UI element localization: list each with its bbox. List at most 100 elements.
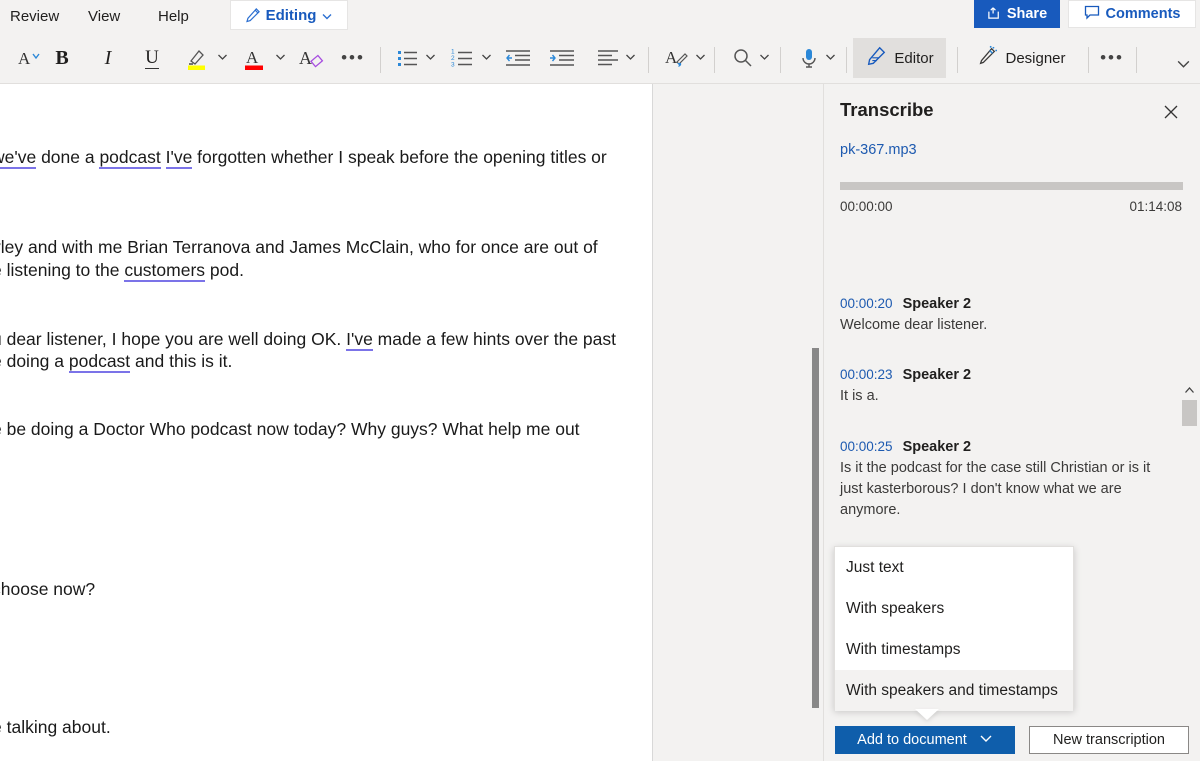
transcript-timestamp[interactable]: 00:00:25 [840, 439, 893, 454]
editor-button[interactable]: Editor [853, 38, 946, 78]
chevron-down-icon [979, 731, 993, 749]
transcript-entry-meta: 00:00:23 Speaker 2 [840, 367, 1170, 383]
menu-item-with-timestamps[interactable]: With timestamps [835, 629, 1073, 670]
font-color-icon: A [245, 48, 263, 70]
tab-review[interactable]: Review [0, 0, 69, 32]
increase-indent-button[interactable] [544, 38, 580, 78]
ribbon-tool-row: A B I U A A ••• 1 2 3 A Editor Designer … [0, 33, 1200, 83]
document-paragraph: e doing a podcast and this is it. [0, 351, 233, 373]
align-left-icon [598, 50, 618, 66]
chevron-down-icon [424, 50, 437, 66]
chevron-down-icon [624, 50, 637, 66]
editing-mode-label: Editing [265, 6, 317, 24]
audio-progress-slider[interactable] [840, 182, 1183, 190]
italic-button[interactable]: I [88, 38, 128, 78]
ribbon: Review View Help Editing Share Comments … [0, 0, 1200, 84]
menu-item-just-text[interactable]: Just text [835, 547, 1073, 588]
bulleted-list-dropdown[interactable] [420, 38, 440, 78]
ribbon-tab-row: Review View Help Editing Share Comments [0, 0, 1200, 32]
tab-view[interactable]: View [78, 0, 130, 32]
tab-help[interactable]: Help [148, 0, 199, 32]
svg-text:3: 3 [451, 62, 455, 69]
add-to-document-menu: Just text With speakers With timestamps … [834, 546, 1074, 711]
collapse-ribbon-button[interactable] [1170, 51, 1196, 75]
toolbar-divider [957, 47, 958, 73]
transcript-entry[interactable]: 00:00:23 Speaker 2 It is a. [840, 367, 1170, 407]
add-to-document-button[interactable]: Add to document [835, 726, 1015, 754]
numbered-list-dropdown[interactable] [476, 38, 496, 78]
align-dropdown[interactable] [620, 38, 640, 78]
styles-icon: A [665, 48, 688, 67]
italic-icon: I [104, 46, 112, 69]
tab-help-label: Help [158, 7, 189, 25]
editing-mode-button[interactable]: Editing [230, 0, 348, 30]
pencil-icon [245, 7, 261, 23]
menu-item-label: With timestamps [846, 640, 961, 658]
transcript-timestamp[interactable]: 00:00:20 [840, 296, 893, 311]
clear-formatting-button[interactable]: A [294, 38, 330, 78]
toolbar-divider [780, 47, 781, 73]
chevron-down-icon [824, 50, 837, 66]
tab-review-label: Review [10, 7, 60, 25]
document-scrollbar-thumb[interactable] [812, 348, 819, 708]
font-color-button[interactable]: A [238, 38, 272, 78]
text-highlight-button[interactable] [180, 38, 214, 78]
transcript-entry[interactable]: 00:00:25 Speaker 2 Is it the podcast for… [840, 439, 1170, 521]
svg-text:A: A [299, 48, 312, 68]
chevron-down-icon [216, 50, 229, 66]
document-paragraph: u dear listener, I hope you are well doi… [0, 329, 616, 351]
chevron-down-icon [274, 50, 287, 66]
highlighter-icon [188, 50, 205, 70]
total-time-label: 01:14:08 [1129, 199, 1182, 214]
transcript-speaker: Speaker 2 [902, 367, 972, 383]
comment-bubble-icon [1084, 5, 1100, 24]
transcript-text: Welcome dear listener. [840, 317, 988, 333]
bold-button[interactable]: B [42, 38, 82, 78]
menu-item-with-speakers-and-timestamps[interactable]: With speakers and timestamps [835, 670, 1073, 711]
chevron-down-icon [1177, 60, 1189, 68]
menu-caret [915, 709, 939, 720]
toolbar-divider [846, 47, 847, 73]
underline-button[interactable]: U [132, 38, 172, 78]
styles-dropdown[interactable] [690, 38, 710, 78]
ribbon-overflow-button[interactable]: ••• [1095, 38, 1129, 78]
font-color-dropdown[interactable] [270, 38, 290, 78]
menu-item-with-speakers[interactable]: With speakers [835, 588, 1073, 629]
more-font-options-button[interactable]: ••• [336, 38, 370, 78]
new-transcription-button[interactable]: New transcription [1029, 726, 1189, 754]
numbered-list-icon: 1 2 3 [451, 49, 472, 69]
close-icon[interactable] [1160, 101, 1182, 123]
find-dropdown[interactable] [754, 38, 774, 78]
ellipsis-icon: ••• [341, 48, 365, 67]
designer-wand-icon [976, 45, 998, 71]
audio-file-link[interactable]: pk-367.mp3 [840, 142, 917, 158]
underline-icon: U [145, 46, 159, 69]
transcript-entry[interactable]: 00:00:20 Speaker 2 Welcome dear listener… [840, 296, 1170, 336]
numbered-list-button[interactable]: 1 2 3 [446, 38, 480, 78]
transcript-scrollbar-thumb[interactable] [1182, 400, 1197, 426]
editor-icon [865, 45, 887, 71]
transcript-scrollbar[interactable] [1181, 296, 1198, 761]
document-scrollbar[interactable] [810, 84, 819, 761]
decrease-indent-button[interactable] [500, 38, 536, 78]
panel-title: Transcribe [840, 99, 934, 120]
document-paragraph: e talking about. [0, 717, 111, 737]
document-page[interactable]: we've done a podcast I've forgotten whet… [0, 84, 653, 761]
styles-button[interactable]: A [660, 38, 694, 78]
designer-button[interactable]: Designer [966, 38, 1076, 78]
comments-button[interactable]: Comments [1068, 0, 1196, 28]
text-highlight-dropdown[interactable] [212, 38, 232, 78]
add-to-document-label: Add to document [857, 732, 967, 748]
svg-text:A: A [246, 48, 259, 67]
share-button[interactable]: Share [974, 0, 1060, 28]
toolbar-divider [1136, 47, 1137, 73]
search-icon [734, 49, 752, 67]
toolbar-divider [380, 47, 381, 73]
transcript-speaker: Speaker 2 [902, 439, 972, 455]
transcript-timestamp[interactable]: 00:00:23 [840, 367, 893, 382]
tab-view-label: View [88, 7, 121, 25]
dictate-dropdown[interactable] [820, 38, 840, 78]
chevron-down-icon [694, 50, 707, 66]
scroll-up-icon[interactable] [1181, 382, 1198, 399]
document-paragraph: vley and with me Brian Terranova and Jam… [0, 237, 598, 257]
